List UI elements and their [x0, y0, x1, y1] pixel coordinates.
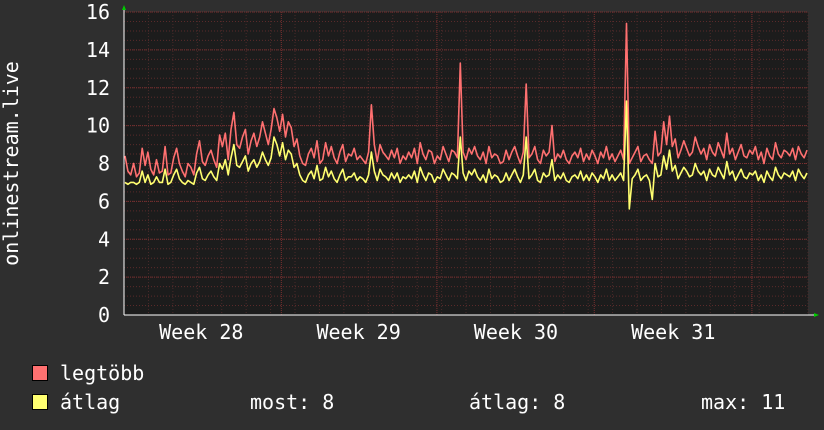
legend-item-avg: átlag most: 8 átlag: 8 max: 11	[32, 391, 812, 413]
y-axis-title: onlinestream.live	[0, 61, 23, 266]
y-tick-label: 8	[98, 152, 110, 176]
legend-swatch-max	[32, 365, 48, 381]
stat-max-label: max:	[701, 390, 750, 414]
stat-now-label: most:	[250, 390, 311, 414]
stat-avg: átlag: 8	[469, 391, 565, 413]
y-tick-label: 14	[86, 38, 110, 62]
stat-avg-label: átlag:	[469, 390, 542, 414]
stat-now-value: 8	[322, 390, 335, 414]
y-tick-label: 16	[86, 0, 110, 24]
stat-now: most: 8	[250, 391, 334, 413]
y-axis-arrow	[122, 5, 126, 10]
legend-label-max: legtöbb	[60, 361, 145, 385]
x-tick-label: Week 29	[316, 320, 400, 344]
x-tick-label: Week 31	[631, 320, 715, 344]
chart-panel: 0 2 4 6 8 10 12 14 16 Week 28 Week 29 Week 30 Week 3…	[0, 0, 824, 430]
legend-swatch-avg	[32, 394, 48, 410]
y-tick-label: 0	[98, 303, 110, 327]
x-tick-label: Week 30	[474, 320, 558, 344]
x-axis-arrow	[814, 313, 819, 317]
y-tick-label: 12	[86, 76, 110, 100]
stat-avg-value: 8	[553, 390, 566, 414]
y-tick-label: 6	[98, 189, 110, 213]
legend-label-avg: átlag	[60, 390, 121, 414]
y-tick-label: 4	[98, 227, 110, 251]
stat-max-value: 11	[761, 390, 786, 414]
x-tick-label: Week 28	[159, 320, 243, 344]
y-tick-label: 2	[98, 265, 110, 289]
y-tick-label: 10	[86, 114, 110, 138]
stat-max: max: 11	[701, 391, 785, 413]
